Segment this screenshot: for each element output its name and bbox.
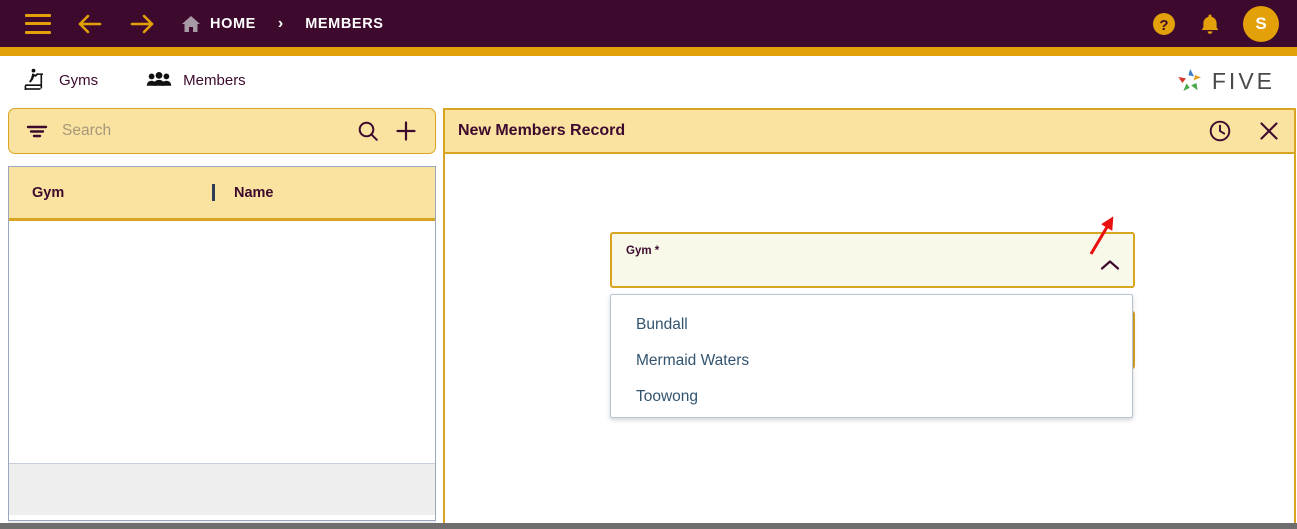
panel-form-body: Gym * Bundall Mermaid Waters Toowong xyxy=(445,154,1294,523)
help-circle-icon[interactable]: ? xyxy=(1151,11,1177,37)
breadcrumb-current: MEMBERS xyxy=(305,15,384,32)
search-icon[interactable] xyxy=(356,119,380,143)
clock-history-icon[interactable] xyxy=(1208,119,1232,143)
search-bar xyxy=(8,108,436,154)
forward-arrow-icon[interactable] xyxy=(129,11,155,37)
header-accent-stripe xyxy=(0,47,1297,56)
column-header-name[interactable]: Name xyxy=(234,185,274,201)
table-body-empty xyxy=(9,221,435,463)
window-bottom-scrollbar[interactable] xyxy=(0,523,1297,529)
top-header-bar: HOME › MEMBERS ? S xyxy=(0,0,1297,47)
panel-title: New Members Record xyxy=(458,122,626,139)
gym-select-label: Gym * xyxy=(626,245,660,257)
svg-text:?: ? xyxy=(1159,17,1168,34)
table-header-row: Gym Name xyxy=(9,166,435,221)
people-icon xyxy=(146,72,172,86)
header-actions: ? S xyxy=(1151,0,1279,47)
dropdown-option-mermaid-waters[interactable]: Mermaid Waters xyxy=(611,343,1132,379)
tab-gyms-label: Gyms xyxy=(59,71,99,89)
tab-members[interactable]: Members xyxy=(146,56,246,104)
five-pinwheel-logo-icon xyxy=(1178,69,1201,91)
tab-bar: Gyms Members FIVE xyxy=(0,56,1297,104)
new-record-panel: New Members Record Gym * Bundall Mermaid… xyxy=(443,108,1296,523)
breadcrumb-home-label: HOME xyxy=(210,15,256,32)
back-arrow-icon[interactable] xyxy=(77,11,103,37)
add-record-plus-icon[interactable] xyxy=(394,119,418,143)
close-icon[interactable] xyxy=(1258,120,1280,142)
bell-icon[interactable] xyxy=(1199,12,1221,36)
app-root: HOME › MEMBERS ? S Gyms Members FIVE Sea… xyxy=(0,0,1297,529)
home-icon xyxy=(182,15,200,32)
treadmill-icon xyxy=(24,68,43,90)
five-brand-logo: FIVE xyxy=(1175,66,1275,96)
dropdown-option-toowong[interactable]: Toowong xyxy=(611,379,1132,415)
gym-select-field[interactable]: Gym * xyxy=(610,232,1135,288)
breadcrumb-separator: › xyxy=(277,14,284,32)
column-divider xyxy=(212,184,215,201)
panel-title-bar: New Members Record xyxy=(445,110,1294,154)
tab-members-label: Members xyxy=(183,71,246,89)
user-avatar[interactable]: S xyxy=(1243,5,1279,42)
records-table: Gym Name xyxy=(8,166,436,521)
tab-gyms[interactable]: Gyms xyxy=(22,56,98,104)
panel-action-icons xyxy=(1208,119,1280,143)
chevron-up-icon[interactable] xyxy=(1099,258,1121,272)
breadcrumb-home[interactable]: HOME xyxy=(181,14,256,34)
five-brand-name: FIVE xyxy=(1211,67,1275,94)
gym-dropdown-list: Bundall Mermaid Waters Toowong xyxy=(610,294,1133,418)
table-footer-bar xyxy=(9,463,435,515)
members-list-panel: Gym Name xyxy=(8,108,436,521)
hamburger-menu-icon[interactable] xyxy=(25,13,51,34)
filter-icon[interactable] xyxy=(26,122,48,140)
dropdown-option-bundall[interactable]: Bundall xyxy=(611,307,1132,343)
search-input[interactable] xyxy=(62,122,356,140)
column-header-gym[interactable]: Gym xyxy=(32,185,212,201)
